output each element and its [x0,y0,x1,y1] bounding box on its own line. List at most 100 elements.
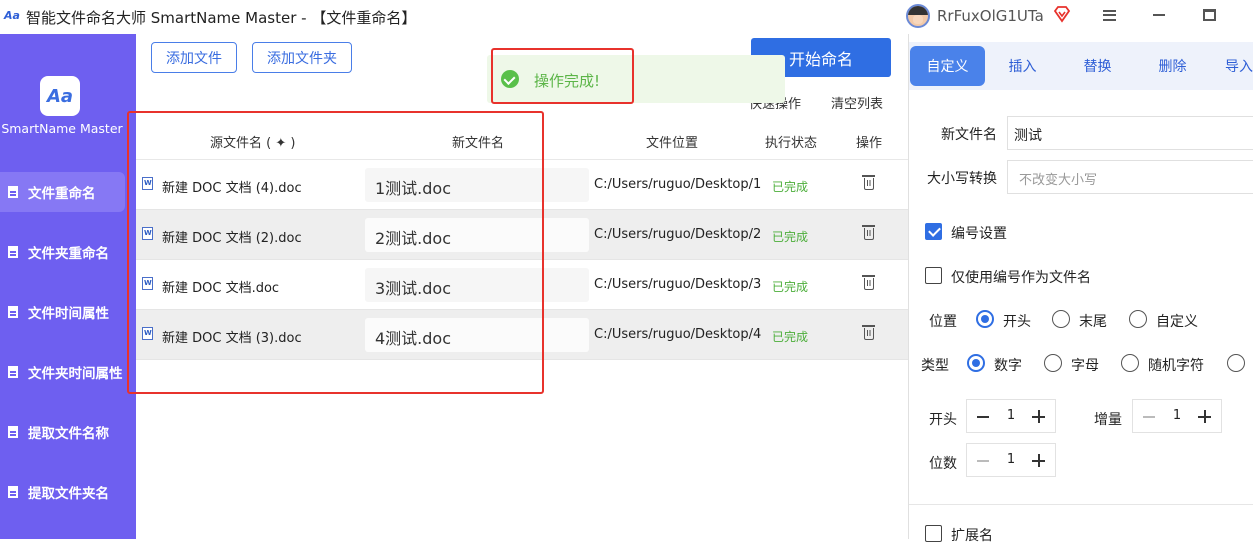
new-filename-field[interactable]: 1测试.doc [365,168,589,202]
tab-replace[interactable]: 替换 [1060,46,1135,86]
add-file-button[interactable]: 添加文件 [151,42,237,73]
file-location: C:/Users/ruguo/Desktop/3 [594,277,762,292]
table-row[interactable]: 新建 DOC 文档 (4).doc 1测试.doc C:/Users/ruguo… [136,160,908,210]
source-filename: 新建 DOC 文档 (3).doc [162,331,302,346]
col-source-header[interactable]: 源文件名 ( ✦ ) [210,132,295,151]
divider [909,504,1253,505]
status-badge: 已完成 [772,230,809,244]
position-end-radio[interactable] [1052,310,1070,328]
step-label: 增量 [1094,412,1122,428]
document-icon [8,306,18,318]
sidebar-item-folder-rename[interactable]: 文件夹重命名 [0,232,125,272]
position-custom-radio[interactable] [1129,310,1147,328]
source-filename: 新建 DOC 文档 (2).doc [162,231,302,246]
tab-insert[interactable]: 插入 [985,46,1060,86]
col-new-name-header: 新文件名 [452,136,505,151]
sidebar-item-label: 文件时间属性 [28,306,109,322]
step-stepper[interactable]: 1 [1132,399,1222,433]
start-stepper[interactable]: 1 [966,399,1056,433]
type-other-radio[interactable] [1227,354,1245,372]
type-option-label: 随机字符 [1148,358,1204,374]
type-letter-radio[interactable] [1044,354,1062,372]
extension-checkbox[interactable] [925,525,942,542]
file-location: C:/Users/ruguo/Desktop/4 [594,327,762,342]
new-filename-field[interactable]: 3测试.doc [365,268,589,302]
add-folder-button[interactable]: 添加文件夹 [252,42,352,73]
new-filename-field[interactable]: 4测试.doc [365,318,589,352]
status-badge: 已完成 [772,330,809,344]
only-number-label: 仅使用编号作为文件名 [951,270,1091,286]
title-bar: Aa 智能文件命名大师 SmartName Master - 【文件重命名】 R… [0,0,1253,34]
tab-delete[interactable]: 删除 [1135,46,1210,86]
menu-icon[interactable] [1084,0,1134,30]
sidebar-item-label: 文件夹重命名 [28,246,109,262]
start-label: 开头 [929,412,957,428]
word-doc-icon [142,177,153,190]
file-location: C:/Users/ruguo/Desktop/1 [594,177,762,192]
sidebar-item-extract-filename[interactable]: 提取文件名称 [0,412,125,452]
new-filename-field[interactable]: 2测试.doc [365,218,589,252]
source-filename: 新建 DOC 文档 (4).doc [162,181,302,196]
trash-icon[interactable] [862,175,875,190]
maximize-icon[interactable] [1184,0,1234,30]
settings-panel: 自定义 插入 替换 删除 导入 新文件名 测试 大小写转换 不改变大小写 编号设… [908,34,1253,544]
plus-icon[interactable] [1198,410,1211,423]
word-doc-icon [142,227,153,240]
table-header: 源文件名 ( ✦ ) 新文件名 文件位置 执行状态 操作 [136,120,908,160]
type-number-radio[interactable] [967,354,985,372]
plus-icon[interactable] [1032,410,1045,423]
sidebar: Aa SmartName Master 文件重命名 文件夹重命名 文件时间属性 … [0,34,136,539]
user-name[interactable]: RrFuxOlG1UTa [937,7,1044,25]
numbering-checkbox[interactable] [925,223,942,240]
col-action-header: 操作 [856,136,883,151]
sidebar-item-label: 提取文件名称 [28,426,109,442]
tab-import[interactable]: 导入 [1210,46,1253,86]
status-badge: 已完成 [772,280,809,294]
sidebar-item-label: 提取文件夹名 [28,486,109,502]
tab-custom[interactable]: 自定义 [910,46,985,86]
sidebar-item-folder-time[interactable]: 文件夹时间属性 [0,352,125,392]
only-number-checkbox[interactable] [925,267,942,284]
word-doc-icon [142,277,153,290]
case-select[interactable]: 不改变大小写 [1007,160,1253,194]
brand-logo: Aa [40,76,80,116]
avatar[interactable] [906,4,930,28]
position-option-label: 开头 [1003,314,1031,330]
new-name-label: 新文件名 [941,127,997,143]
table-row[interactable]: 新建 DOC 文档 (3).doc 4测试.doc C:/Users/ruguo… [136,310,908,360]
digits-stepper[interactable]: 1 [966,443,1056,477]
vip-diamond-icon[interactable] [1053,5,1071,23]
sidebar-item-label: 文件重命名 [28,186,96,202]
position-start-radio[interactable] [976,310,994,328]
trash-icon[interactable] [862,325,875,340]
type-option-label: 数字 [994,358,1022,374]
col-location-header: 文件位置 [646,136,699,151]
file-location: C:/Users/ruguo/Desktop/2 [594,227,762,242]
sidebar-item-label: 文件夹时间属性 [28,366,123,382]
document-icon [8,426,18,438]
sidebar-item-extract-foldername[interactable]: 提取文件夹名 [0,472,125,512]
type-option-label: 字母 [1071,358,1099,374]
digits-label: 位数 [929,456,957,472]
trash-icon[interactable] [862,225,875,240]
numbering-label: 编号设置 [951,226,1007,242]
check-circle-icon [501,70,519,88]
clear-list-link[interactable]: 清空列表 [831,93,883,112]
new-name-input[interactable]: 测试 [1007,116,1253,150]
type-label: 类型 [921,358,949,374]
position-option-label: 自定义 [1156,314,1198,330]
table-row[interactable]: 新建 DOC 文档 (2).doc 2测试.doc C:/Users/ruguo… [136,210,908,260]
sidebar-item-file-rename[interactable]: 文件重命名 [0,172,125,212]
type-random-radio[interactable] [1121,354,1139,372]
position-label: 位置 [929,314,957,330]
document-icon [8,366,18,378]
sidebar-item-file-time[interactable]: 文件时间属性 [0,292,125,332]
trash-icon[interactable] [862,275,875,290]
window-title: 智能文件命名大师 SmartName Master - 【文件重命名】 [26,9,417,27]
table-row[interactable]: 新建 DOC 文档.doc 3测试.doc C:/Users/ruguo/Des… [136,260,908,310]
app-logo-icon: Aa [4,8,20,24]
plus-icon[interactable] [1032,454,1045,467]
document-icon [8,186,18,198]
case-label: 大小写转换 [927,171,997,187]
minimize-icon[interactable] [1134,0,1184,30]
